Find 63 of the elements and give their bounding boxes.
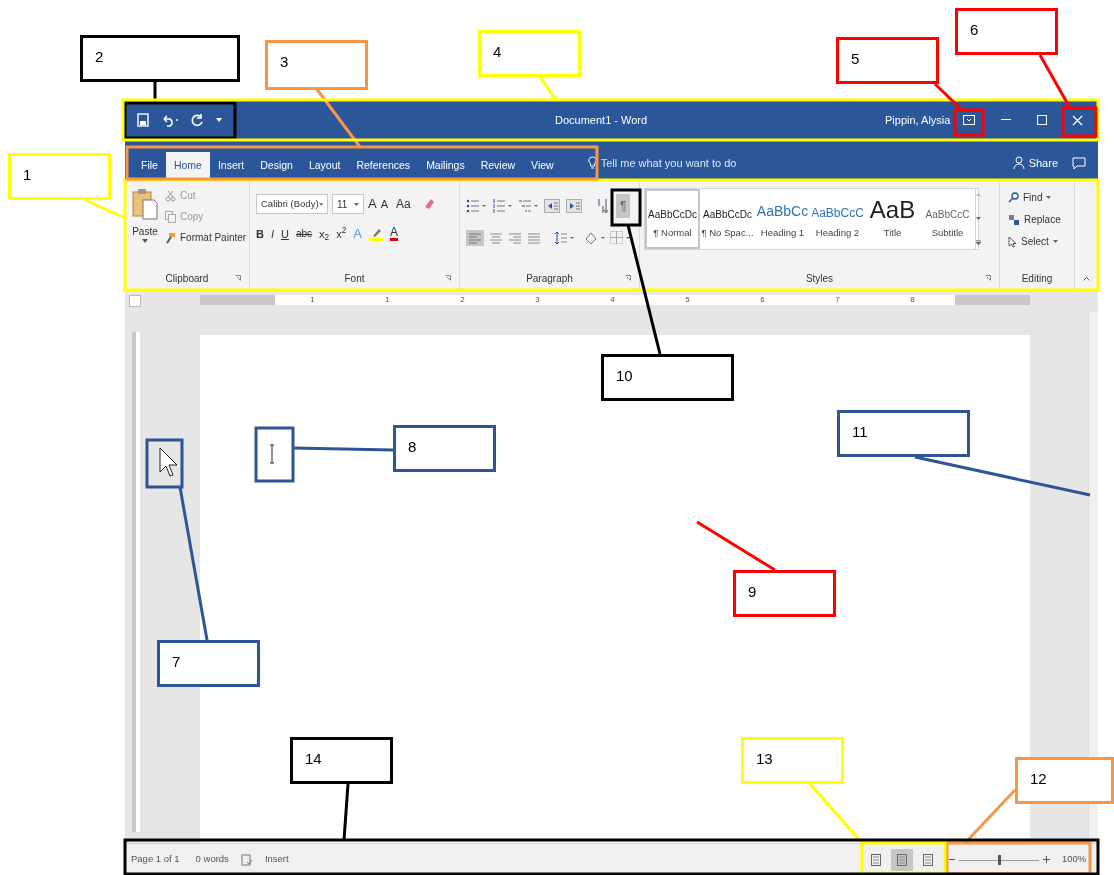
insert-mode[interactable]: Insert — [264, 852, 289, 867]
ribbon-tab[interactable]: Design — [252, 152, 301, 180]
ruler-number: 5 — [684, 295, 691, 305]
ruler-number: 8 — [909, 295, 916, 305]
ribbon-tab[interactable]: Review — [472, 152, 524, 180]
ruler-number: 3 — [534, 295, 541, 305]
callout-label: 6 — [955, 8, 1058, 55]
ribbon-tab[interactable]: Home — [165, 152, 210, 180]
user-name[interactable]: Pippin, Alysia — [885, 111, 951, 129]
share-button[interactable]: Share — [1028, 154, 1058, 171]
callout-label: 3 — [265, 40, 368, 90]
ribbon-tab[interactable]: File — [133, 152, 166, 180]
word-count[interactable]: 0 words — [195, 852, 229, 867]
ruler-number: 1 — [309, 295, 316, 305]
tell-me-search-field[interactable]: Tell me what you want to do — [600, 154, 801, 171]
ribbon-tab[interactable]: Mailings — [418, 152, 473, 180]
group-label: Paragraph — [526, 271, 573, 286]
italic-button[interactable]: I — [270, 225, 274, 242]
ruler-number: 6 — [759, 295, 766, 305]
callout-label: 12 — [1015, 757, 1114, 804]
ruler-number: 4 — [609, 295, 616, 305]
page-count[interactable]: Page 1 of 1 — [131, 852, 180, 867]
grow-font-button[interactable]: A — [368, 194, 377, 214]
callout-label: 5 — [836, 37, 939, 84]
group-label: Font — [344, 271, 365, 286]
group-label: Clipboard — [165, 271, 209, 286]
script-button[interactable]: x$_{2}$ — [319, 225, 330, 242]
callout-label: 4 — [478, 30, 581, 77]
paste-button[interactable]: Paste — [132, 224, 158, 239]
strikethrough-button[interactable]: abc — [295, 226, 313, 242]
ribbon-tab[interactable]: Insert — [209, 152, 253, 180]
callout-label: 11 — [837, 410, 970, 457]
callout-label: 2 — [80, 35, 240, 82]
shrink-font-button[interactable]: A — [380, 195, 388, 213]
underline-button[interactable]: U — [281, 225, 289, 242]
select-button[interactable]: Select — [1021, 234, 1049, 249]
group-label: Styles — [805, 271, 834, 286]
ribbon-tab[interactable]: Layout — [300, 152, 349, 180]
window-title: Document1 - Word — [555, 112, 648, 128]
replace-button[interactable]: Replace — [1024, 212, 1061, 227]
callout-label: 1 — [8, 153, 111, 200]
callout-label: 8 — [393, 425, 496, 472]
ruler-number: 2 — [459, 295, 466, 305]
callout-label: 10 — [601, 354, 734, 401]
find-button[interactable]: Find — [1023, 190, 1043, 205]
script-button[interactable]: x$^{2}$ — [336, 225, 347, 242]
change-case-button[interactable]: Aa — [396, 195, 411, 213]
ribbon-tab[interactable]: View — [523, 152, 562, 180]
font-name-dropdown[interactable]: Calibri (Body) — [256, 194, 328, 214]
group-label: Editing — [1021, 271, 1053, 286]
ribbon-tab[interactable]: References — [348, 152, 419, 180]
ruler-number: 1 — [384, 295, 391, 305]
callout-label: 14 — [290, 737, 393, 784]
font-size-dropdown[interactable]: 11 — [332, 194, 364, 214]
format-painter-button[interactable]: Format Painter — [180, 230, 247, 245]
font-color-button[interactable]: A — [389, 226, 398, 241]
callout-label: 13 — [741, 737, 844, 784]
ruler-number: 7 — [834, 295, 841, 305]
callout-label: 7 — [157, 640, 260, 687]
style-option[interactable]: AaBbCcDc ¶ Normal — [645, 189, 700, 249]
callout-label: 9 — [733, 570, 836, 617]
bold-button[interactable]: B — [256, 225, 264, 242]
zoom-percentage[interactable]: 100% — [1062, 852, 1087, 867]
